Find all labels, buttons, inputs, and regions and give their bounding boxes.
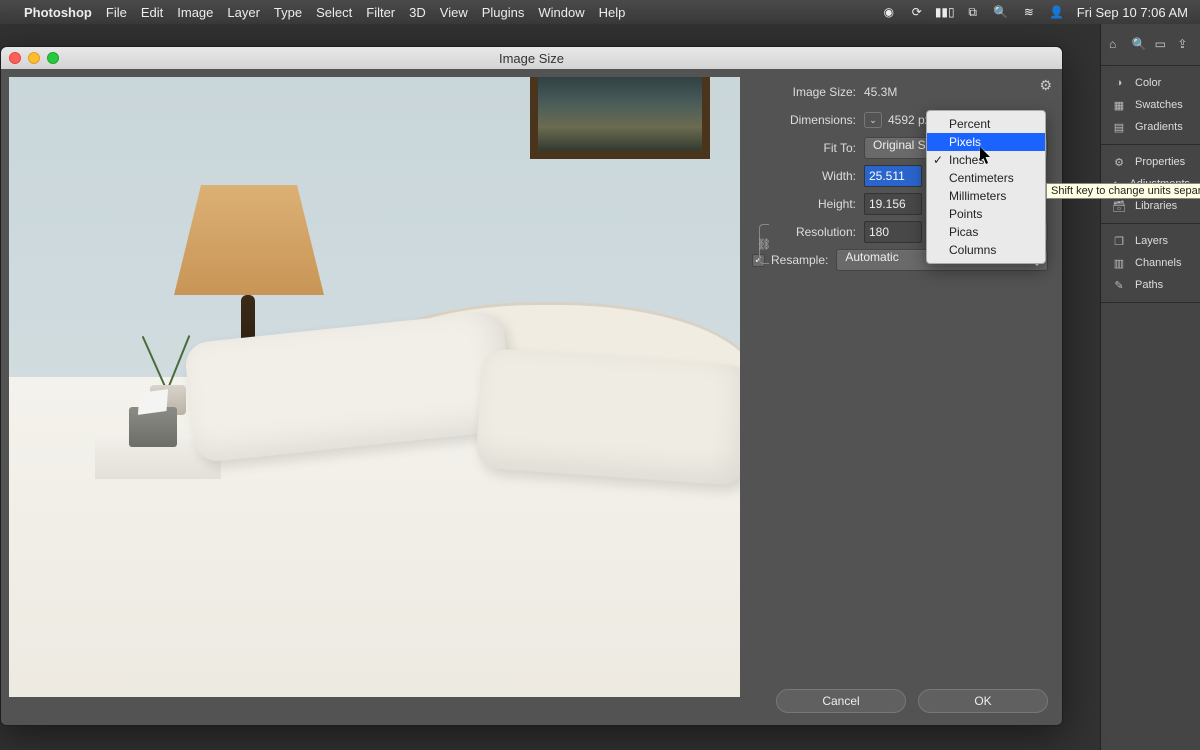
channels-icon: ▥ [1111,256,1127,270]
menu-image[interactable]: Image [177,5,213,20]
panel-label: Properties [1135,156,1185,168]
menu-layer[interactable]: Layer [227,5,260,20]
spotlight-icon[interactable]: 🔍 [993,4,1009,20]
search-icon[interactable]: 🔍 [1132,37,1147,53]
panel-paths[interactable]: ✎ Paths [1101,274,1200,296]
unit-option-columns[interactable]: Columns [927,241,1045,259]
checkmark-icon: ✓ [933,153,943,167]
dialog-titlebar[interactable]: Image Size [1,47,1062,69]
color-icon: ◑ [1111,76,1127,90]
swatches-icon: ▦ [1111,98,1127,112]
image-size-dialog: Image Size ⚙ Image Size: 45.3M Dimension… [0,46,1063,726]
battery-icon[interactable]: ▮▮▯ [937,4,953,20]
constrain-proportions-link[interactable]: ⛓ [754,219,774,269]
resample-label: Resample: [771,253,828,267]
dimensions-label: Dimensions: [752,113,864,127]
menu-bar-right: ◉ ⟳ ▮▮▯ ⧉ 🔍 ≋ 👤 Fri Sep 10 7:06 AM [881,4,1188,20]
image-size-label: Image Size: [752,85,864,99]
unit-option-inches[interactable]: ✓Inches [927,151,1045,169]
panel-label: Color [1135,77,1161,89]
menu-select[interactable]: Select [316,5,352,20]
properties-icon: ⚙ [1111,155,1127,169]
panel-label: Libraries [1135,200,1177,212]
gradients-icon: ▤ [1111,120,1127,134]
unit-option-picas[interactable]: Picas [927,223,1045,241]
share-icon[interactable]: ⇪ [1177,37,1192,53]
zoom-button[interactable] [47,52,59,64]
menu-edit[interactable]: Edit [141,5,163,20]
menu-help[interactable]: Help [599,5,626,20]
gear-icon[interactable]: ⚙ [1039,77,1052,94]
unit-option-points[interactable]: Points [927,205,1045,223]
panel-label: Gradients [1135,121,1183,133]
unit-option-pixels[interactable]: Pixels [927,133,1045,151]
menu-3d[interactable]: 3D [409,5,426,20]
panel-properties[interactable]: ⚙ Properties [1101,151,1200,173]
panel-dock-header: ⌂ 🔍 ▭ ⇪ [1101,24,1200,66]
paths-icon: ✎ [1111,278,1127,292]
width-input[interactable] [864,165,922,187]
arrange-icon[interactable]: ▭ [1155,37,1170,53]
link-icon[interactable]: ⧉ [965,4,981,20]
home-icon[interactable]: ⌂ [1109,37,1124,53]
panel-label: Channels [1135,257,1181,269]
control-center-icon[interactable]: ≋ [1021,4,1037,20]
dimensions-disclosure-button[interactable]: ⌄ [864,112,882,128]
fit-to-label: Fit To: [752,141,864,155]
height-input[interactable] [864,193,922,215]
right-panel-dock: ⌂ 🔍 ▭ ⇪ ◑ Color ▦ Swatches ▤ Gradients ⚙ Pro… [1100,24,1200,750]
width-label: Width: [772,169,864,183]
macos-menu-bar: Photoshop File Edit Image Layer Type Sel… [0,0,1200,24]
panel-color[interactable]: ◑ Color [1101,72,1200,94]
creative-cloud-icon[interactable]: ⟳ [909,4,925,20]
menu-type[interactable]: Type [274,5,302,20]
app-name[interactable]: Photoshop [24,5,92,20]
cancel-label: Cancel [822,694,859,708]
resolution-input[interactable] [864,221,922,243]
panel-layers[interactable]: ❐ Layers [1101,230,1200,252]
unit-option-millimeters[interactable]: Millimeters [927,187,1045,205]
minimize-button[interactable] [28,52,40,64]
unit-option-percent[interactable]: Percent [927,115,1045,133]
panel-swatches[interactable]: ▦ Swatches [1101,94,1200,116]
units-tooltip: Shift key to change units separately [1046,183,1200,199]
image-preview[interactable] [9,77,740,697]
units-dropdown-menu: Percent Pixels ✓Inches Centimeters Milli… [926,110,1046,264]
close-button[interactable] [9,52,21,64]
ok-label: OK [974,694,991,708]
resample-value: Automatic [845,250,898,264]
panel-label: Layers [1135,235,1168,247]
libraries-icon: 🗃 [1111,199,1127,213]
record-icon[interactable]: ◉ [881,4,897,20]
ok-button[interactable]: OK [918,689,1048,713]
menu-view[interactable]: View [440,5,468,20]
dialog-title: Image Size [499,51,564,66]
panel-label: Swatches [1135,99,1183,111]
window-controls [9,52,59,64]
image-size-value: 45.3M [864,85,897,99]
menu-clock[interactable]: Fri Sep 10 7:06 AM [1077,5,1188,20]
user-icon[interactable]: 👤 [1049,4,1065,20]
menu-plugins[interactable]: Plugins [482,5,525,20]
height-label: Height: [772,197,864,211]
cancel-button[interactable]: Cancel [776,689,906,713]
unit-option-centimeters[interactable]: Centimeters [927,169,1045,187]
menu-filter[interactable]: Filter [366,5,395,20]
menu-file[interactable]: File [106,5,127,20]
menu-window[interactable]: Window [538,5,584,20]
chain-icon: ⛓ [757,238,771,251]
panel-gradients[interactable]: ▤ Gradients [1101,116,1200,138]
panel-channels[interactable]: ▥ Channels [1101,252,1200,274]
panel-label: Paths [1135,279,1163,291]
layers-icon: ❐ [1111,234,1127,248]
